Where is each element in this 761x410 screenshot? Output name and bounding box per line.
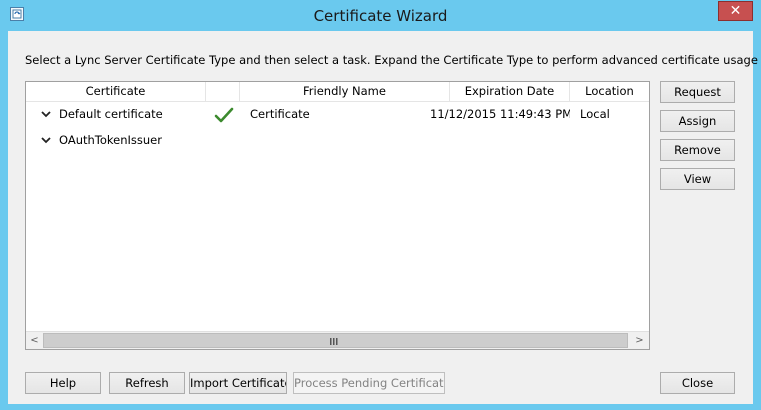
dialog-client-area: Select a Lync Server Certificate Type an… — [8, 31, 761, 404]
process-pending-certificates-button[interactable]: Process Pending Certificates — [293, 372, 445, 394]
column-header-certificate[interactable]: Certificate — [26, 82, 206, 101]
remove-button[interactable]: Remove — [660, 139, 735, 161]
chevron-down-icon[interactable] — [41, 110, 51, 118]
table-row[interactable]: OAuthTokenIssuer — [26, 128, 649, 152]
scroll-right-button[interactable]: > — [631, 332, 648, 349]
cell-certificate: Default certificate — [59, 107, 163, 121]
view-button[interactable]: View — [660, 168, 735, 190]
import-certificate-button[interactable]: Import Certificate — [189, 372, 287, 394]
instruction-text: Select a Lync Server Certificate Type an… — [25, 53, 761, 67]
refresh-button[interactable]: Refresh — [109, 372, 185, 394]
cell-location: Local — [580, 107, 610, 121]
scroll-left-button[interactable]: < — [26, 332, 43, 349]
grid-header: Certificate Friendly Name Expiration Dat… — [26, 82, 649, 102]
column-header-location[interactable]: Location — [570, 82, 649, 101]
help-button[interactable]: Help — [25, 372, 101, 394]
certificate-grid[interactable]: Certificate Friendly Name Expiration Dat… — [25, 81, 650, 350]
assign-button[interactable]: Assign — [660, 110, 735, 132]
table-row[interactable]: Default certificate Certificate 11/12/20… — [26, 102, 649, 126]
column-header-expiration-date[interactable]: Expiration Date — [450, 82, 570, 101]
checkmark-icon — [214, 107, 234, 123]
window-close-button[interactable]: ✕ — [718, 1, 753, 21]
cell-expiration-date: 11/12/2015 11:49:43 PM — [430, 107, 570, 121]
certificate-wizard-window: Certificate Wizard ✕ Select a Lync Serve… — [0, 0, 761, 410]
horizontal-scrollbar[interactable]: < > — [26, 331, 649, 349]
column-header-status[interactable] — [206, 82, 240, 101]
grip-icon — [330, 338, 338, 345]
cell-certificate: OAuthTokenIssuer — [59, 133, 162, 147]
window-title: Certificate Wizard — [313, 7, 448, 25]
title-bar[interactable]: Certificate Wizard ✕ — [0, 0, 761, 30]
scrollbar-thumb[interactable] — [43, 333, 628, 348]
request-button[interactable]: Request — [660, 81, 735, 103]
chevron-down-icon[interactable] — [41, 136, 51, 144]
cell-friendly-name: Certificate — [250, 107, 310, 121]
close-button[interactable]: Close — [660, 372, 735, 394]
column-header-friendly-name[interactable]: Friendly Name — [240, 82, 450, 101]
